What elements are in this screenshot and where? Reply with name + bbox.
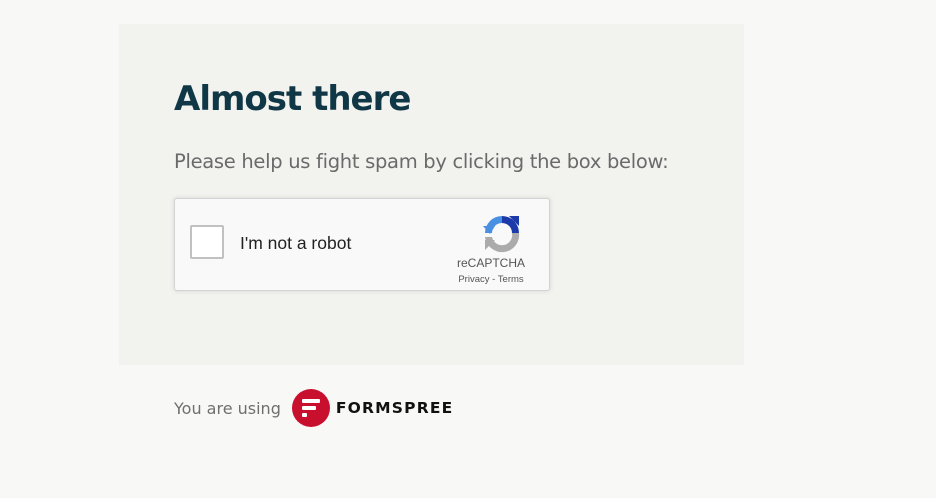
links-separator: - <box>489 274 498 285</box>
recaptcha-links: Privacy - Terms <box>443 274 539 285</box>
recaptcha-checkbox[interactable] <box>190 225 224 259</box>
formspree-logo-icon <box>291 389 330 427</box>
recaptcha-brand-label: reCAPTCHA <box>456 256 525 270</box>
verification-card: Almost there Please help us fight spam b… <box>119 24 744 365</box>
formspree-link[interactable]: FORMSPREE <box>291 389 454 427</box>
powered-by-footer: You are using FORMSPREE <box>174 389 453 427</box>
privacy-link[interactable]: Privacy <box>458 274 489 285</box>
recaptcha-logo-icon <box>483 216 520 253</box>
terms-link[interactable]: Terms <box>498 274 524 285</box>
recaptcha-widget: I'm not a robot reCAPTCHA Privacy - Term… <box>174 198 550 291</box>
recaptcha-label: I'm not a robot <box>240 233 352 253</box>
footer-text: You are using <box>174 398 281 418</box>
page-title: Almost there <box>174 79 411 119</box>
formspree-wordmark: FORMSPREE <box>335 399 454 417</box>
instructions-text: Please help us fight spam by clicking th… <box>174 150 669 173</box>
